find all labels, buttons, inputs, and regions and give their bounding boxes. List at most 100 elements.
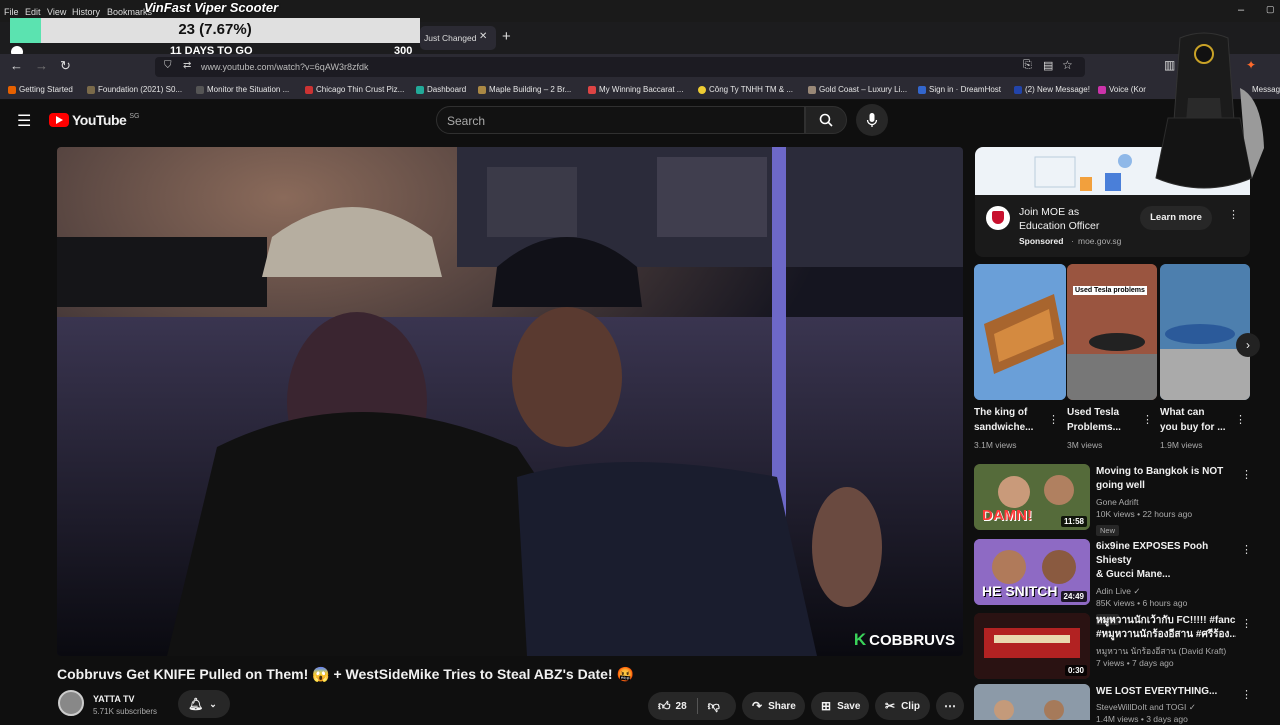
short-more-icon[interactable]: ⋮ xyxy=(1048,415,1059,426)
site-icon xyxy=(305,85,313,94)
permissions-icon[interactable]: ⇄ xyxy=(183,60,191,71)
bookmark-item[interactable]: Foundation (2021) S0... xyxy=(87,85,182,94)
video-duration: 11:58 xyxy=(1060,516,1087,527)
bookmark-item[interactable]: My Winning Baccarat ... xyxy=(588,85,683,94)
recommendation-item[interactable]: หมูหวานนักเว้ากับ FC!!!!! #fanclub #หมูห… xyxy=(1096,614,1236,669)
tab-close-icon[interactable]: ✕ xyxy=(479,31,487,42)
notification-button[interactable]: 🔔︎ ⌄ xyxy=(178,690,230,718)
video-thumbnail[interactable] xyxy=(974,684,1090,720)
ad-more-icon[interactable]: ⋮ xyxy=(1228,210,1239,221)
recommendation-item[interactable]: Moving to Bangkok is NOT going well Gone… xyxy=(1096,465,1236,538)
rec-meta: 7 views • 7 days ago xyxy=(1096,658,1174,668)
gaming-chair-overlay xyxy=(1140,28,1268,206)
channel-avatar[interactable] xyxy=(58,690,84,716)
search-input[interactable]: Search xyxy=(436,106,805,134)
search-icon xyxy=(819,113,833,127)
ad-title-line1: Join MOE as xyxy=(1019,206,1080,218)
short-title-3b[interactable]: you buy for ... xyxy=(1160,421,1226,435)
address-bar[interactable]: ⛉ ⇄ www.youtube.com/watch?v=6qAW3r8zfdk … xyxy=(155,57,1085,77)
share-icon: ↷ xyxy=(752,699,763,713)
new-tab-icon[interactable]: + xyxy=(502,28,511,45)
tab-active[interactable]: Just Changed ✕ xyxy=(420,26,496,50)
channel-name[interactable]: YATTA TV xyxy=(93,694,135,704)
recommendation-item[interactable]: WE LOST EVERYTHING... SteveWillDoIt and … xyxy=(1096,685,1236,725)
goal-target: 300 xyxy=(394,45,413,57)
thumb-text: DAMN! xyxy=(982,507,1032,524)
video-thumbnail[interactable]: HE SNITCH 24:49 xyxy=(974,539,1090,605)
bookmark-item[interactable]: Dashboard xyxy=(416,85,466,94)
youtube-logo[interactable]: YouTube SG xyxy=(49,112,139,128)
short-title-2a[interactable]: Used Tesla xyxy=(1067,406,1119,420)
url-text[interactable]: www.youtube.com/watch?v=6qAW3r8zfdk xyxy=(201,62,369,72)
video-player[interactable]: K COBBRUVS xyxy=(57,147,963,656)
shield-icon[interactable]: ⛉ xyxy=(164,60,172,71)
bookmark-item[interactable]: Chicago Thin Crust Piz... xyxy=(305,85,404,94)
hamburger-menu-icon[interactable]: ☰ xyxy=(17,111,31,131)
bookmark-item[interactable]: Monitor the Situation ... xyxy=(196,85,289,94)
menu-file[interactable]: File xyxy=(4,7,19,17)
short-thumbnail-2[interactable]: Used Tesla problems xyxy=(1067,264,1157,400)
back-icon[interactable]: ← xyxy=(10,58,23,73)
like-button[interactable]: 👍︎ 28 xyxy=(658,699,687,714)
menu-history[interactable]: History xyxy=(72,7,100,17)
site-icon xyxy=(1014,85,1022,94)
rec-more-icon[interactable]: ⋮ xyxy=(1241,545,1252,556)
menu-view[interactable]: View xyxy=(47,7,66,17)
tab-label: Just Changed xyxy=(424,33,477,43)
bookmark-item[interactable]: Voice (Kor xyxy=(1098,85,1146,94)
more-horizontal-icon: ⋯ xyxy=(944,699,956,713)
ad-sponsored: Sponsored xyxy=(1019,236,1064,246)
short-title-1b[interactable]: sandwiche... xyxy=(974,421,1033,435)
rec-title-line1: Moving to Bangkok is NOT xyxy=(1096,466,1224,477)
verified-icon: ✓ xyxy=(1188,702,1196,712)
share-button[interactable]: ↷ Share xyxy=(742,692,805,720)
channel-watermark: K COBBRUVS xyxy=(853,630,955,649)
forward-icon[interactable]: → xyxy=(35,58,48,73)
short-more-icon[interactable]: ⋮ xyxy=(1235,415,1246,426)
bookmark-star-icon[interactable]: ☆ xyxy=(1062,58,1073,72)
reload-icon[interactable]: ↻ xyxy=(60,58,71,74)
reader-icon[interactable]: ▤ xyxy=(1043,59,1053,72)
rec-channel: Adin Live ✓ xyxy=(1096,586,1141,596)
clip-button[interactable]: ✂ Clip xyxy=(875,692,930,720)
short-more-icon[interactable]: ⋮ xyxy=(1142,415,1153,426)
shorts-next-icon[interactable]: › xyxy=(1236,333,1260,357)
learn-more-button[interactable]: Learn more xyxy=(1140,206,1212,230)
bookmark-item[interactable]: (2) New Message! xyxy=(1014,85,1090,94)
rec-more-icon[interactable]: ⋮ xyxy=(1241,690,1252,701)
thumbs-down-icon[interactable]: 👎︎ xyxy=(708,699,720,714)
screenshot-icon[interactable]: ⎘ xyxy=(1023,59,1032,72)
short-title-2b[interactable]: Problems... xyxy=(1067,421,1121,435)
short-thumbnail-1[interactable] xyxy=(974,264,1066,400)
short-title-3a[interactable]: What can xyxy=(1160,406,1204,420)
short-title-1a[interactable]: The king of xyxy=(974,406,1027,420)
menu-edit[interactable]: Edit xyxy=(25,7,41,17)
rec-title-line2: going well xyxy=(1096,480,1145,491)
rec-title-line2: & Gucci Mane... xyxy=(1096,569,1171,580)
subscriber-count: 5.71K subscribers xyxy=(93,707,158,716)
ad-domain: moe.gov.sg xyxy=(1078,236,1122,246)
bookmark-item[interactable]: Getting Started xyxy=(8,85,73,94)
rec-more-icon[interactable]: ⋮ xyxy=(1241,619,1252,630)
bookmark-item[interactable]: Maple Building – 2 Br... xyxy=(478,85,571,94)
minimize-icon[interactable]: – xyxy=(1238,4,1244,16)
bookmark-item[interactable]: Công Ty TNHH TM & ... xyxy=(698,85,793,94)
rec-meta: 85K views • 6 hours ago xyxy=(1096,598,1188,608)
more-actions-button[interactable]: ⋯ xyxy=(936,692,964,720)
bookmark-item[interactable]: Sign in · DreamHost xyxy=(918,85,1001,94)
bookmark-item[interactable]: Gold Coast – Luxury Li... xyxy=(808,85,907,94)
video-thumbnail[interactable]: DAMN! 11:58 xyxy=(974,464,1090,530)
rec-title-line1: WE LOST EVERYTHING... xyxy=(1096,686,1218,697)
save-button[interactable]: ⊞ Save xyxy=(811,692,869,720)
rec-title-line2: #หมูหวานนักร้องอีสาน #ศรีร้อง... xyxy=(1096,629,1236,640)
site-icon xyxy=(87,85,95,94)
short-thumbnail-3[interactable] xyxy=(1160,264,1250,400)
voice-search-button[interactable] xyxy=(856,104,888,136)
video-thumbnail[interactable]: 0:30 xyxy=(974,613,1090,679)
rec-more-icon[interactable]: ⋮ xyxy=(1241,470,1252,481)
ad-dot: · xyxy=(1071,236,1074,246)
site-icon xyxy=(588,85,596,94)
search-button[interactable] xyxy=(805,106,847,134)
save-icon: ⊞ xyxy=(821,699,832,713)
maximize-icon[interactable]: ▢ xyxy=(1266,4,1275,15)
